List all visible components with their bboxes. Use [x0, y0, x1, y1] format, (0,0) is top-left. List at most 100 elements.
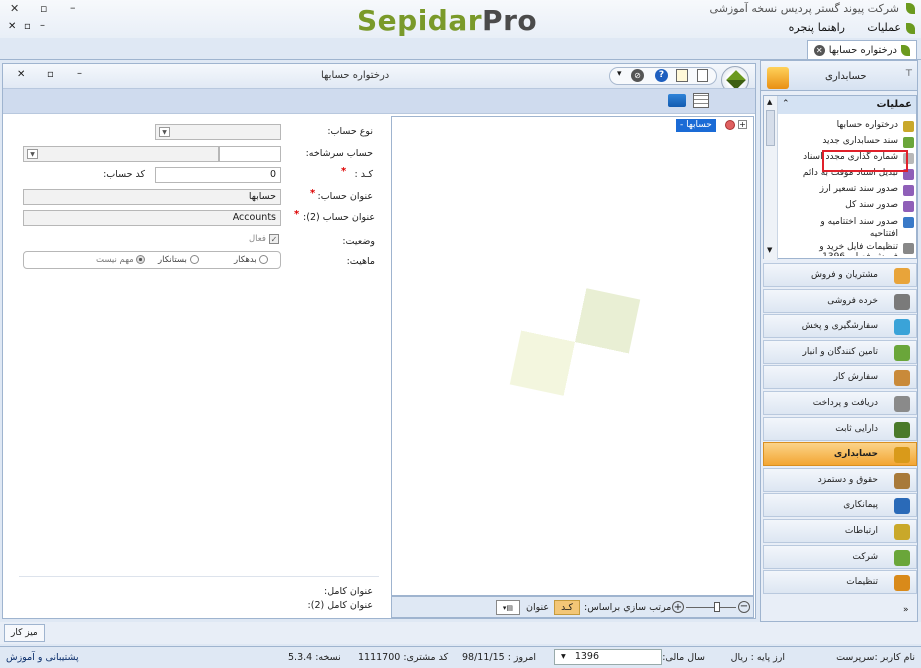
ops-item-seasonal-file[interactable]: تنظیمات فایل خرید و فروش فصلی 1396	[794, 242, 914, 256]
mdi-restore-icon[interactable]: ▫	[24, 21, 31, 32]
module-suppliers-warehouse[interactable]: تامین کنندگان و انبار	[763, 339, 917, 364]
account-type-select[interactable]: ▼	[155, 124, 281, 140]
help-icon[interactable]: ?	[655, 69, 668, 82]
header-account-code[interactable]	[219, 146, 281, 162]
edit-icon[interactable]	[676, 69, 688, 82]
module-retail[interactable]: خرده فروشی	[763, 288, 917, 313]
module-settings[interactable]: تنظیمات	[763, 570, 917, 595]
tab-leaf-icon	[901, 44, 910, 56]
tree-node-root[interactable]: حسابها -	[676, 119, 716, 132]
module-work-order[interactable]: سفارش کار	[763, 365, 917, 390]
ops-item-new-voucher[interactable]: سند حسابداری جدید	[794, 136, 914, 150]
tab-close-icon[interactable]: ✕	[813, 44, 825, 56]
tree-expand-icon[interactable]: +	[738, 120, 747, 129]
accounting-module-icon	[767, 67, 789, 89]
grid-view-icon[interactable]	[693, 93, 709, 108]
menu-help[interactable]: راهنما	[818, 21, 845, 34]
module-label: ارتباطات	[844, 526, 878, 536]
module-customers-sales[interactable]: مشتریان و فروش	[763, 263, 917, 287]
active-label: فعال	[249, 234, 266, 244]
active-check-icon[interactable]: ✓	[268, 234, 279, 244]
module-accounting[interactable]: حسابداری	[763, 442, 917, 467]
module-order-distribution[interactable]: سفارشگیری و پخش	[763, 314, 917, 339]
module-company[interactable]: شرکت	[763, 544, 917, 569]
folder-icon[interactable]	[668, 94, 686, 107]
fiscal-year-select[interactable]: ▾ 1396	[554, 649, 662, 665]
document-tabs: درختواره حسابها ✕	[0, 38, 921, 60]
module-fixed-assets[interactable]: دارایی ثابت	[763, 416, 917, 441]
minimize-app-icon[interactable]: –	[70, 1, 76, 14]
doc-close-icon[interactable]: ✕	[17, 69, 25, 80]
layout-dropdown-icon[interactable]: ▾▤	[496, 600, 520, 615]
closing-icon	[903, 217, 914, 228]
tab-account-tree[interactable]: درختواره حسابها ✕	[806, 40, 917, 59]
expand-more-icon[interactable]: »	[903, 605, 909, 615]
menu-leaf-icon	[906, 23, 915, 34]
restore-app-icon[interactable]: ▫	[40, 2, 47, 15]
general-voucher-icon	[903, 201, 914, 212]
ops-item-fx-voucher[interactable]: صدور سند تسعیر ارز	[794, 184, 914, 198]
menu-operations[interactable]: عملیات	[867, 21, 901, 34]
sort-by-code-button[interactable]: کـد	[554, 600, 580, 615]
operations-panel: ▲ ▼ عملیات ⌃ درختواره حسابها سند حسابدار…	[763, 95, 917, 260]
doc-restore-icon[interactable]: ▫	[47, 69, 54, 80]
scroll-down-icon[interactable]: ▼	[767, 246, 772, 254]
scroll-thumb[interactable]	[766, 110, 775, 146]
status-label: وضعیت:	[342, 236, 375, 247]
module-label: سفارش کار	[833, 372, 878, 383]
fiscal-year-dropdown-icon[interactable]: ▾	[561, 651, 566, 662]
navigation-panel: حسابداری ⊤ ▲ ▼ عملیات ⌃ درختواره حسابها …	[760, 60, 918, 622]
close-app-icon[interactable]: ✕	[10, 2, 19, 15]
zoom-out-icon[interactable]: −	[738, 601, 750, 613]
account-type-dropdown-icon[interactable]: ▼	[159, 127, 170, 137]
ops-item-account-tree[interactable]: درختواره حسابها	[794, 120, 914, 134]
status-today: امروز : 98/11/15	[462, 652, 537, 663]
doc-minimize-icon[interactable]: –	[77, 68, 82, 79]
support-link[interactable]: پشتیبانی و آموزش	[6, 652, 79, 663]
radio-icon	[259, 255, 269, 264]
title2-input[interactable]: Accounts	[23, 210, 281, 226]
new-doc-icon[interactable]	[697, 69, 708, 82]
module-communications[interactable]: ارتباطات	[763, 519, 917, 543]
work-order-icon	[894, 370, 910, 387]
suppliers-warehouse-icon	[894, 344, 910, 361]
compass-icon[interactable]: ⊘	[631, 69, 644, 82]
desk-button[interactable]: میز کار	[4, 624, 45, 642]
nature-option-debit[interactable]: بدهکار	[234, 255, 269, 265]
header-account-select[interactable]: ▼	[23, 146, 219, 162]
zoom-slider[interactable]	[686, 607, 736, 608]
scroll-up-icon[interactable]: ▲	[767, 98, 772, 106]
nature-option-credit[interactable]: بستانکار	[158, 255, 199, 265]
payroll-icon	[894, 472, 910, 489]
operations-scrollbar[interactable]: ▲ ▼	[764, 96, 778, 260]
sort-by-title-button[interactable]: عنوان	[526, 602, 549, 613]
nav-header: حسابداری ⊤	[761, 61, 917, 91]
mdi-minimize-icon[interactable]: –	[40, 20, 45, 31]
pin-icon[interactable]: ⊤	[905, 69, 913, 79]
ops-item-general-voucher[interactable]: صدور سند کل	[794, 200, 914, 214]
header-account-dropdown-icon[interactable]: ▼	[27, 149, 38, 159]
account-code-label: کد حساب:	[103, 169, 145, 180]
module-payroll[interactable]: حقوق و دستمزد	[763, 467, 917, 492]
module-receipt-payment[interactable]: دریافت و پرداخت	[763, 391, 917, 415]
status-user: نام کاربر :سرپرست	[836, 652, 915, 663]
tree-icon	[903, 121, 914, 132]
module-contracting[interactable]: پیمانکاری	[763, 493, 917, 518]
zoom-in-icon[interactable]: +	[672, 601, 684, 613]
mdi-close-icon[interactable]: ✕	[8, 21, 16, 32]
code-input[interactable]: 0	[155, 167, 281, 183]
radio-icon-selected	[136, 255, 146, 264]
settings-icon	[903, 243, 914, 254]
nature-option-none[interactable]: مهم نیست	[96, 255, 146, 265]
ops-item-label: سند حسابداری جدید	[822, 136, 898, 146]
active-checkbox[interactable]: فعال ✓	[249, 234, 279, 244]
zoom-slider-thumb[interactable]	[714, 602, 720, 612]
module-label: دارایی ثابت	[835, 423, 878, 434]
module-label: شرکت	[852, 551, 878, 562]
title-input[interactable]: حسابها	[23, 189, 281, 205]
menu-window[interactable]: پنجره	[789, 21, 814, 34]
module-label: تامین کنندگان و انبار	[802, 346, 878, 357]
collapse-icon[interactable]: ⌃	[782, 99, 790, 109]
dropdown-arrow-icon[interactable]: ▾	[617, 69, 622, 79]
ops-item-closing-voucher[interactable]: صدور سند اختتامیه و افتتاحیه	[794, 216, 914, 242]
